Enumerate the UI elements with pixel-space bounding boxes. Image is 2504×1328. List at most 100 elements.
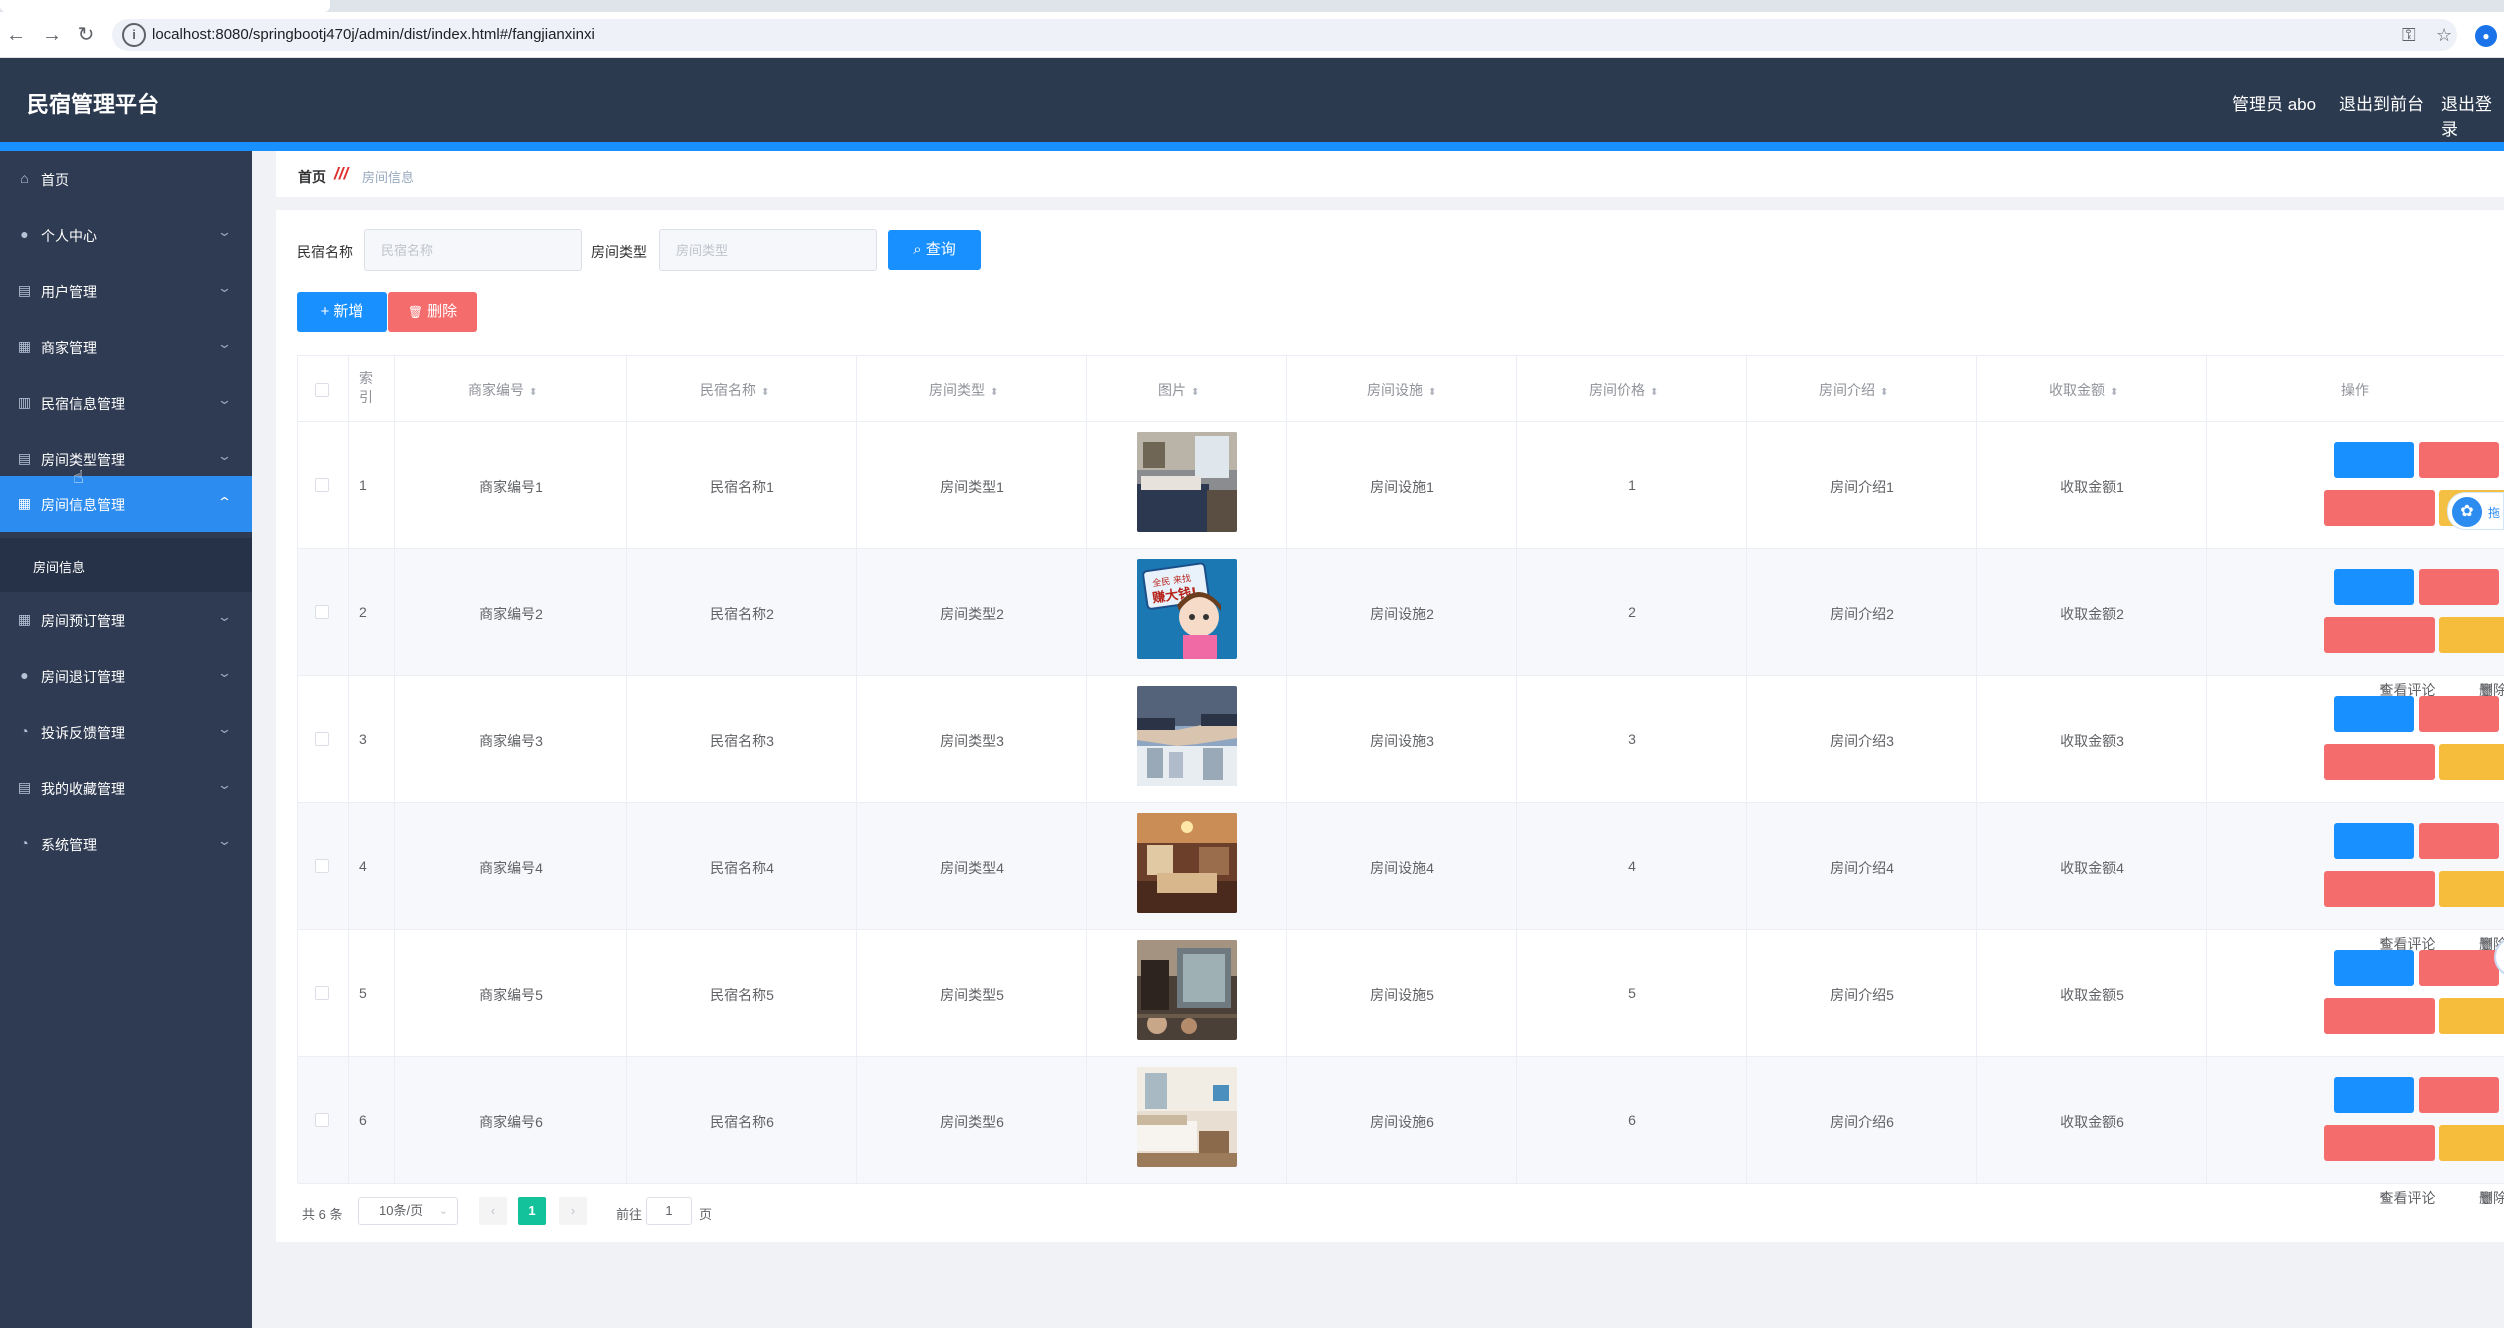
sidebar-item-system[interactable]: ◔ 系统管理 ⌄ <box>0 816 252 872</box>
view-comments-button[interactable]: ✎查看评论 <box>2324 617 2436 698</box>
cell-price-text: 5 <box>1628 985 1636 1001</box>
sidebar-item-favorites[interactable]: ▤ 我的收藏管理 ⌄ <box>0 760 252 816</box>
homestay-name-input[interactable] <box>365 230 581 270</box>
row-checkbox[interactable] <box>315 986 329 1000</box>
detail-button[interactable]: ▤详情 <box>2334 696 2414 777</box>
edit-button[interactable]: ✎修改 <box>2419 950 2499 1031</box>
room-type-input[interactable] <box>660 230 876 270</box>
delete-button[interactable]: 🗑删除 <box>2439 744 2504 825</box>
row-checkbox[interactable] <box>315 1113 329 1127</box>
next-page-button[interactable]: › <box>559 1197 587 1225</box>
delete-button[interactable]: 🗑删除 <box>2439 871 2504 952</box>
delete-button[interactable]: 🗑删除 <box>2439 617 2504 698</box>
sidebar-item-merchant-management[interactable]: ▦ 商家管理 ⌄ <box>0 319 252 375</box>
view-comments-button[interactable]: ✎查看评论 <box>2324 871 2436 952</box>
cell-price: 6 <box>1517 1057 1747 1184</box>
edit-button[interactable]: ✎修改 <box>2419 569 2499 650</box>
url-text[interactable]: localhost:8080/springbootj470j/admin/dis… <box>152 26 595 43</box>
cell-intro: 房间介绍6 <box>1747 1057 1977 1184</box>
view-comments-button[interactable]: ✎查看评论 <box>2324 490 2436 571</box>
page-number-current[interactable]: 1 <box>518 1197 546 1225</box>
cell-index: 1 <box>349 422 395 549</box>
homestay-name-field[interactable] <box>364 229 582 271</box>
logout-link[interactable]: 退出登录 <box>2441 90 2504 140</box>
sort-icon[interactable]: ⬍ <box>529 387 537 398</box>
sort-icon[interactable]: ⬍ <box>761 387 769 398</box>
chevron-down-icon: ⌄ <box>438 1205 448 1217</box>
sort-icon[interactable]: ⬍ <box>2110 387 2118 398</box>
sidebar-item-personal-center[interactable]: ● 个人中心 ⌄ <box>0 207 252 263</box>
cell-room-type: 房间类型6 <box>857 1057 1087 1184</box>
delete-button[interactable]: 🗑删除 <box>2439 998 2504 1079</box>
edit-button[interactable]: ✎修改 <box>2419 1077 2499 1158</box>
header-facilities[interactable]: 房间设施 ⬍ <box>1287 356 1517 422</box>
prev-page-button[interactable]: ‹ <box>479 1197 507 1225</box>
row-checkbox[interactable] <box>315 605 329 619</box>
select-all-checkbox[interactable] <box>315 383 329 397</box>
goto-page-input[interactable]: 1 <box>646 1197 692 1225</box>
view-comments-button[interactable]: ✎查看评论 <box>2324 744 2436 825</box>
header-merchant-no[interactable]: 商家编号 ⬍ <box>395 356 627 422</box>
browser-tab[interactable] <box>0 0 330 12</box>
sidebar-item-homestay-info[interactable]: ▥ 民宿信息管理 ⌄ <box>0 375 252 431</box>
room-type-field[interactable] <box>659 229 877 271</box>
query-button[interactable]: ⌕ 查询 <box>888 230 981 270</box>
sort-icon[interactable]: ⬍ <box>990 387 998 398</box>
sidebar-item-booking[interactable]: ▦ 房间预订管理 ⌄ <box>0 592 252 648</box>
detail-button[interactable]: ▤详情 <box>2334 442 2414 523</box>
view-comments-button[interactable]: ✎查看评论 <box>2324 998 2436 1079</box>
cell-image <box>1087 1057 1287 1184</box>
row-checkbox[interactable] <box>315 478 329 492</box>
reload-icon[interactable]: ↻ <box>72 21 100 49</box>
sidebar-item-label: 系统管理 <box>41 837 97 853</box>
home-icon: ⌂ <box>20 170 29 186</box>
profile-icon[interactable]: ● <box>2475 25 2497 47</box>
breadcrumb-home[interactable]: 首页 <box>298 167 326 187</box>
back-icon[interactable]: ← <box>2 21 30 49</box>
header-intro[interactable]: 房间介绍 ⬍ <box>1747 356 1977 422</box>
sort-icon[interactable]: ⬍ <box>1650 387 1658 398</box>
address-bar[interactable]: i localhost:8080/springbootj470j/admin/d… <box>112 19 2457 51</box>
view-comments-button[interactable]: ✎查看评论 <box>2324 1125 2436 1206</box>
cell-price-text: 4 <box>1628 858 1636 874</box>
cell-price: 1 <box>1517 422 1747 549</box>
sort-icon[interactable]: ⬍ <box>1880 387 1888 398</box>
edit-button[interactable]: ✎修改 <box>2419 823 2499 904</box>
edit-button[interactable]: ✎修改 <box>2419 442 2499 523</box>
table-header: 索引 商家编号 ⬍ 民宿名称 ⬍ 房间类型 ⬍ 图片 ⬍ 房间设施 ⬍ 房间价格 ⬍ 房间介… <box>298 356 2504 422</box>
site-info-icon[interactable]: i <box>122 23 146 47</box>
header-price[interactable]: 房间价格 ⬍ <box>1517 356 1747 422</box>
header-image[interactable]: 图片 ⬍ <box>1087 356 1287 422</box>
sidebar-item-cancellation[interactable]: ● 房间退订管理 ⌄ <box>0 648 252 704</box>
add-button[interactable]: + 新增 <box>297 292 387 332</box>
detail-button[interactable]: ▤详情 <box>2334 823 2414 904</box>
header-homestay-name[interactable]: 民宿名称 ⬍ <box>627 356 857 422</box>
cell-intro: 房间介绍2 <box>1747 549 1977 676</box>
header-room-type[interactable]: 房间类型 ⬍ <box>857 356 1087 422</box>
row-checkbox[interactable] <box>315 732 329 746</box>
forward-icon[interactable]: → <box>38 21 66 49</box>
exit-to-front-link[interactable]: 退出到前台 <box>2339 90 2424 115</box>
delete-button[interactable]: 🗑删除 <box>2439 1125 2504 1206</box>
cell-merchant-no-text: 商家编号1 <box>479 479 543 495</box>
detail-button[interactable]: ▤详情 <box>2334 950 2414 1031</box>
sort-icon[interactable]: ⬍ <box>1428 387 1436 398</box>
star-icon[interactable]: ☆ <box>2436 23 2452 47</box>
edit-button[interactable]: ✎修改 <box>2419 696 2499 777</box>
floating-assistant[interactable]: ✿ 拖 <box>2447 492 2504 530</box>
sidebar-item-user-management[interactable]: ▤ 用户管理 ⌄ <box>0 263 252 319</box>
batch-delete-button[interactable]: 🗑 删除 <box>388 292 477 332</box>
header-merchant-no-label: 商家编号 <box>468 382 524 398</box>
row-checkbox[interactable] <box>315 859 329 873</box>
sidebar-item-room-info[interactable]: ▦ 房间信息管理 ⌄ <box>0 476 252 532</box>
cell-index: 5 <box>349 930 395 1057</box>
sidebar-subitem-room-info[interactable]: 房间信息 <box>0 538 252 592</box>
detail-button[interactable]: ▤详情 <box>2334 569 2414 650</box>
detail-button[interactable]: ▤详情 <box>2334 1077 2414 1158</box>
sidebar-item-home[interactable]: ⌂ 首页 <box>0 151 252 207</box>
sort-icon[interactable]: ⬍ <box>1191 387 1199 398</box>
sidebar-item-feedback[interactable]: ◔ 投诉反馈管理 ⌄ <box>0 704 252 760</box>
header-amount[interactable]: 收取金额 ⬍ <box>1977 356 2207 422</box>
key-icon[interactable]: ⚿ <box>2402 23 2416 47</box>
page-size-select[interactable]: 10条/页 ⌄ <box>358 1197 458 1225</box>
